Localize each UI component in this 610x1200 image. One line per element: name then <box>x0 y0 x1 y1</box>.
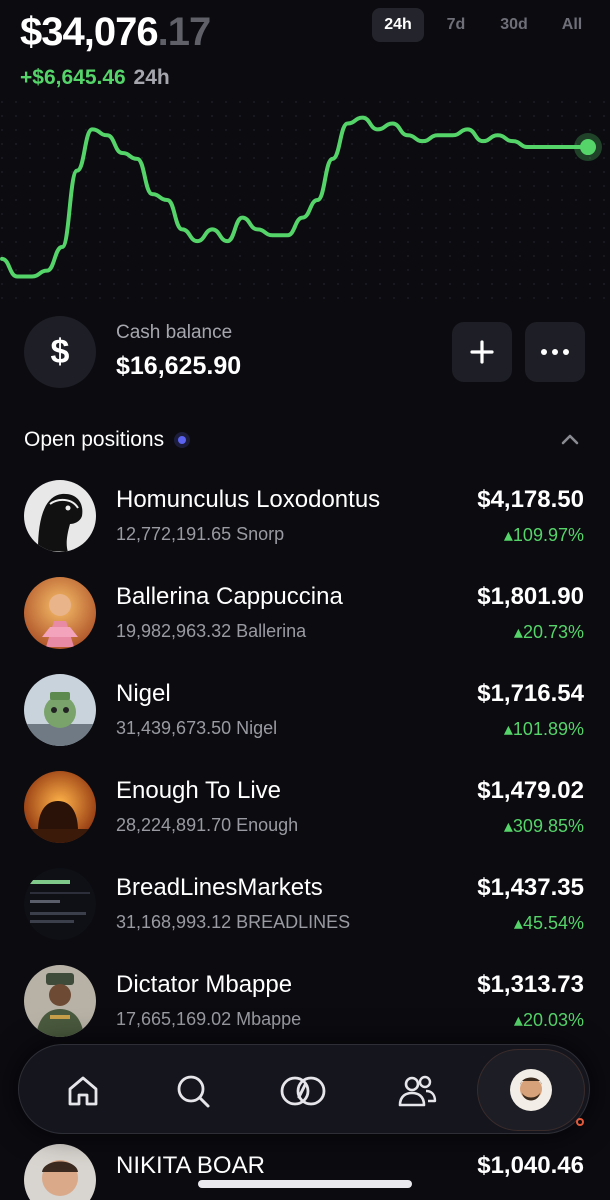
portfolio-chart[interactable] <box>0 100 610 300</box>
status-dot-icon <box>174 432 191 448</box>
position-name: Homunculus Loxodontus <box>116 486 381 513</box>
nav-social[interactable] <box>387 1061 447 1121</box>
balance-change: +$6,645.46 24h <box>20 66 170 90</box>
chevron-up-icon[interactable] <box>558 428 582 452</box>
position-name: BreadLinesMarkets <box>116 874 323 901</box>
cash-balance-value: $16,625.90 <box>116 352 242 380</box>
position-change: ▴309.85% <box>503 816 584 836</box>
nav-trade[interactable] <box>273 1061 333 1121</box>
position-name: Enough To Live <box>116 777 282 804</box>
position-quantity: 12,772,191.65 Snorp <box>116 524 285 544</box>
position-quantity: 31,168,993.12 BREADLINES <box>116 912 351 932</box>
add-cash-button[interactable] <box>452 322 512 382</box>
position-change: ▴20.73% <box>513 622 584 642</box>
position-value: $1,479.02 <box>477 777 584 804</box>
more-options-button[interactable] <box>525 322 585 382</box>
position-quantity: 17,665,169.02 Mbappe <box>116 1009 302 1029</box>
position-quantity: 28,224,891.70 Enough <box>116 815 299 835</box>
portfolio-screen: $34,076.17 +$6,645.46 24h 24h 7d 30d All… <box>0 0 610 1200</box>
position-row[interactable]: Enough To Live 28,224,891.70 Enough $1,4… <box>0 761 610 858</box>
position-name: Dictator Mbappe <box>116 971 293 998</box>
position-quantity: 31,439,673.50 Nigel <box>116 718 278 738</box>
dollar-icon: $ <box>24 316 96 388</box>
token-avatar <box>24 674 96 746</box>
range-7d[interactable]: 7d <box>430 8 482 42</box>
position-value: $4,178.50 <box>477 486 584 513</box>
open-positions-title: Open positions <box>24 428 165 451</box>
position-value: $1,437.35 <box>477 874 584 901</box>
time-range-selector: 24h 7d 30d All <box>372 8 598 42</box>
profile-icon <box>510 1069 552 1111</box>
position-value: $1,716.54 <box>477 680 584 707</box>
token-avatar <box>24 577 96 649</box>
token-avatar <box>24 1144 96 1200</box>
position-change: ▴45.54% <box>513 913 584 933</box>
position-value: $1,801.90 <box>477 583 584 610</box>
chart-current-point <box>580 139 596 156</box>
position-row[interactable]: Nigel 31,439,673.50 Nigel $1,716.54 ▴101… <box>0 664 610 761</box>
people-icon <box>398 1075 437 1107</box>
change-period: 24h <box>133 66 170 89</box>
position-change: ▴101.89% <box>503 719 584 739</box>
nav-profile[interactable] <box>477 1049 585 1131</box>
position-row[interactable]: Homunculus Loxodontus 12,772,191.65 Snor… <box>0 470 610 567</box>
trade-icon <box>280 1076 326 1106</box>
position-change: ▴20.03% <box>513 1010 584 1030</box>
position-value: $1,040.46 <box>477 1152 584 1179</box>
cash-balance-label: Cash balance <box>116 322 233 343</box>
position-name: Ballerina Cappuccina <box>116 583 343 610</box>
open-positions-header[interactable]: Open positions <box>24 428 191 452</box>
position-row[interactable]: Ballerina Cappuccina 19,982,963.32 Balle… <box>0 567 610 664</box>
range-all[interactable]: All <box>546 8 598 42</box>
balance-cents: .17 <box>157 10 212 54</box>
position-value: $1,313.73 <box>477 971 584 998</box>
range-24h[interactable]: 24h <box>372 8 424 42</box>
position-row[interactable]: Dictator Mbappe 17,665,169.02 Mbappe $1,… <box>0 955 610 1052</box>
nav-home[interactable] <box>53 1061 113 1121</box>
token-avatar <box>24 480 96 552</box>
plus-icon <box>470 340 494 364</box>
home-icon <box>68 1076 98 1106</box>
home-indicator <box>198 1180 412 1188</box>
position-row[interactable]: NIKITA BOAR $1,040.46 <box>0 1144 610 1200</box>
change-value: +$6,645.46 <box>20 66 126 89</box>
bottom-navigation <box>18 1044 590 1134</box>
notification-indicator-icon <box>576 1118 584 1126</box>
position-name: Nigel <box>116 680 171 707</box>
search-icon <box>177 1075 210 1108</box>
token-avatar <box>24 771 96 843</box>
balance-main: $34,076 <box>20 10 159 54</box>
position-change: ▴109.97% <box>503 525 584 545</box>
position-quantity: 19,982,963.32 Ballerina <box>116 621 307 641</box>
range-30d[interactable]: 30d <box>488 8 540 42</box>
token-avatar <box>24 965 96 1037</box>
position-name: NIKITA BOAR <box>116 1152 265 1179</box>
position-row[interactable]: BreadLinesMarkets 31,168,993.12 BREADLIN… <box>0 858 610 955</box>
ellipsis-icon <box>541 349 569 355</box>
nav-search[interactable] <box>163 1061 223 1121</box>
token-avatar <box>24 868 96 940</box>
portfolio-balance: $34,076.17 <box>20 10 212 55</box>
